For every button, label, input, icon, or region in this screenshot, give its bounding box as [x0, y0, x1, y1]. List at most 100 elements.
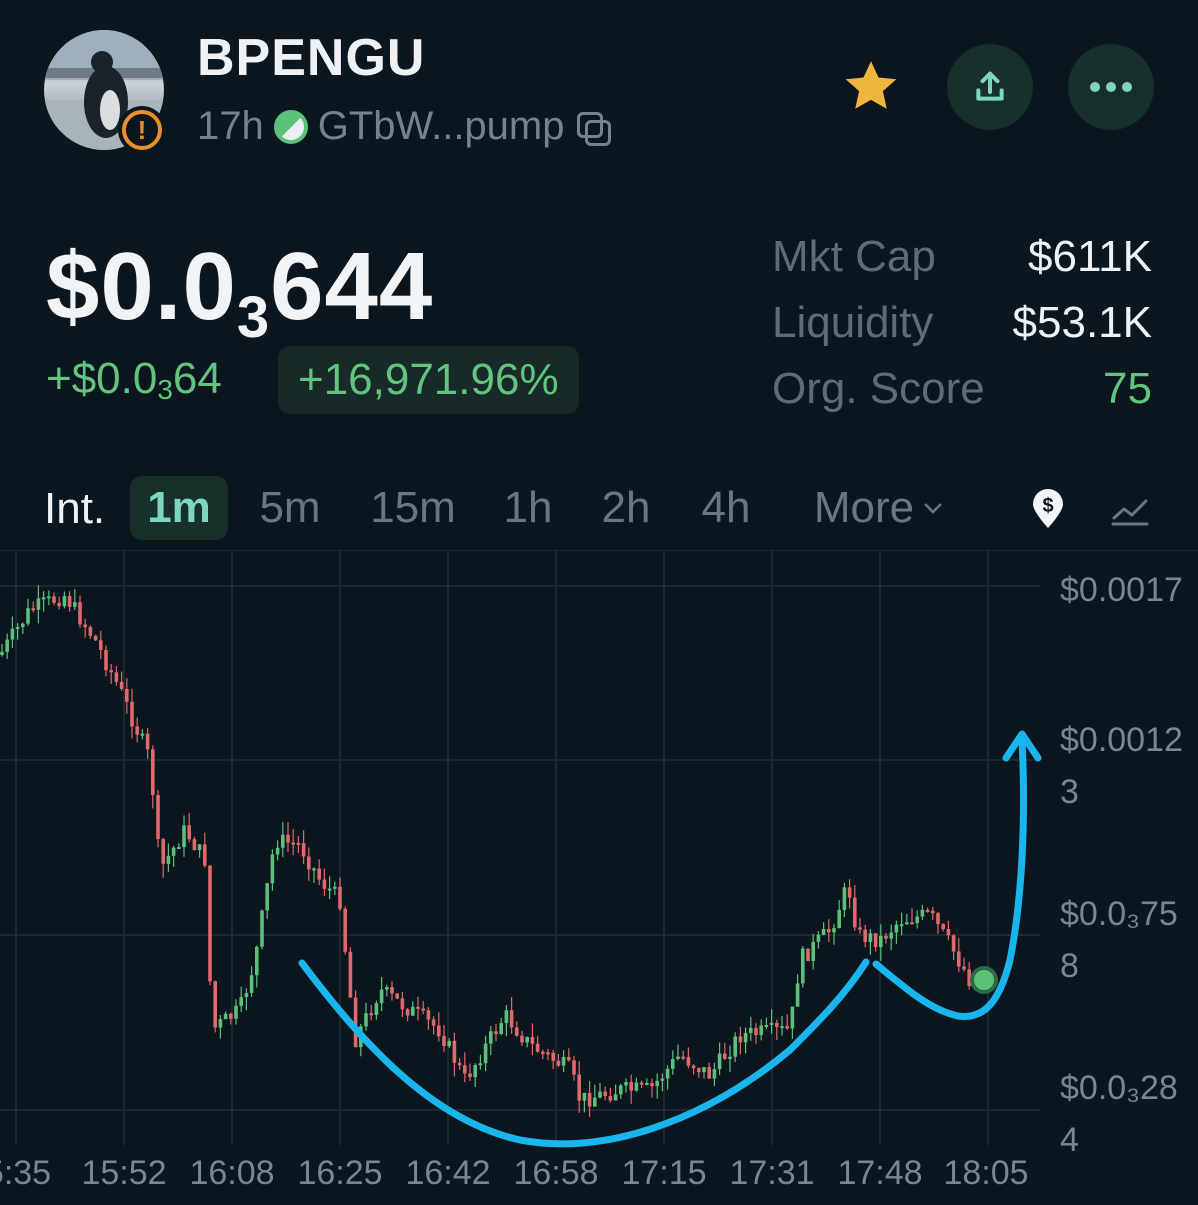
candle-body: [447, 1040, 451, 1047]
price-chart[interactable]: $0.0017 $0.0012 3 $0.0₃75 8 $0.0₃28 4 5:35 1…: [0, 549, 1198, 1200]
price-change-percent: +16,971.96%: [278, 346, 579, 414]
candle-body: [83, 624, 87, 628]
tab-more-label: More: [813, 483, 915, 532]
candle-body: [582, 1092, 587, 1101]
candle-body: [52, 596, 56, 603]
candle-body: [177, 847, 181, 850]
candle-body: [41, 597, 46, 600]
candle-body: [624, 1082, 628, 1086]
y-axis-label: $0.0017: [1060, 571, 1183, 609]
price-change: +$0.0364: [46, 354, 222, 405]
candle-body: [161, 839, 165, 864]
dollar-marker-icon[interactable]: $: [1030, 488, 1066, 530]
tab-4h[interactable]: 4h: [688, 476, 764, 540]
candle-body: [291, 842, 295, 845]
y-axis-label: $0.0₃75 8: [1060, 895, 1178, 985]
candle-body: [790, 1006, 795, 1029]
candle-body: [229, 1013, 233, 1019]
candle-body: [468, 1073, 472, 1078]
candle-body: [754, 1027, 758, 1036]
candle-body: [343, 908, 347, 952]
candle-body: [364, 1013, 368, 1027]
annotation-handle-curve: [872, 736, 1027, 1020]
candle-body: [951, 935, 956, 952]
candle-body: [483, 1043, 488, 1064]
candle-body: [62, 596, 67, 607]
share-button[interactable]: [947, 44, 1033, 130]
candle-body: [671, 1058, 675, 1069]
candle-body: [187, 825, 191, 840]
candle-body: [286, 834, 290, 843]
candle-body: [260, 910, 264, 947]
candle-body: [749, 1027, 753, 1033]
tab-15m[interactable]: 15m: [358, 476, 468, 540]
candle-body: [312, 868, 316, 871]
candle-body: [957, 951, 961, 967]
candle-body: [686, 1057, 691, 1066]
candle-body: [31, 608, 35, 611]
more-button[interactable]: [1068, 44, 1154, 130]
candle-body: [265, 883, 269, 911]
more-icon: [1090, 82, 1132, 92]
candle-body: [608, 1096, 613, 1101]
candle-body: [301, 843, 306, 857]
tab-2h[interactable]: 2h: [588, 476, 664, 540]
candle-body: [182, 825, 186, 848]
x-axis-label: 17:48: [837, 1154, 923, 1192]
tab-1h[interactable]: 1h: [490, 476, 566, 540]
candle-body: [307, 856, 311, 870]
candle-body: [530, 1037, 535, 1044]
candle-body: [556, 1060, 561, 1066]
candle-body: [795, 983, 800, 1007]
candle-body: [504, 1010, 509, 1024]
star-icon[interactable]: [838, 56, 904, 118]
candle-body: [660, 1078, 665, 1081]
candle-body: [431, 1019, 436, 1026]
candle-body: [665, 1068, 670, 1079]
candle-body: [322, 879, 327, 889]
token-address[interactable]: GTbW...pump: [318, 104, 565, 149]
candle-body: [936, 913, 940, 925]
candle-body: [374, 1003, 379, 1015]
warning-badge[interactable]: !: [118, 106, 166, 154]
mkt-cap-label: Mkt Cap: [772, 232, 936, 281]
chart-style-icon[interactable]: [1110, 492, 1150, 528]
pill-icon: [273, 109, 308, 144]
candle-body: [920, 909, 925, 917]
candle-body: [67, 596, 72, 607]
candle-body: [348, 951, 353, 998]
candle-body: [645, 1083, 649, 1086]
candle-body: [941, 924, 945, 929]
candle-body: [489, 1031, 493, 1044]
candle-body: [125, 688, 129, 702]
candle-body: [525, 1037, 529, 1043]
candle-body: [567, 1057, 571, 1061]
candles: [0, 585, 971, 1118]
candle-body: [733, 1036, 737, 1057]
copy-icon[interactable]: [575, 110, 611, 146]
candle-body: [515, 1027, 519, 1036]
tab-1m[interactable]: 1m: [130, 476, 228, 540]
x-axis-label: 16:42: [405, 1154, 491, 1192]
token-age: 17h: [197, 104, 264, 148]
candle-body: [801, 948, 805, 984]
candle-body: [655, 1080, 659, 1087]
candle-body: [390, 987, 394, 994]
candle-body: [827, 929, 831, 933]
candle-body: [244, 992, 249, 998]
candle-body: [650, 1083, 654, 1087]
candle-body: [400, 998, 405, 1010]
candle-body: [847, 887, 852, 898]
candle-body: [213, 981, 217, 1028]
candle-body: [707, 1067, 711, 1079]
tab-more[interactable]: More: [796, 476, 962, 540]
candle-body: [333, 886, 337, 889]
candle-body: [192, 839, 197, 851]
candle-body: [473, 1064, 477, 1078]
candle-body: [853, 897, 857, 928]
token-meta-row: 17h GTbW...pump: [197, 104, 611, 149]
candle-body: [712, 1069, 717, 1079]
candle-body: [197, 844, 202, 851]
tab-5m[interactable]: 5m: [240, 476, 340, 540]
candle-body: [208, 865, 212, 982]
